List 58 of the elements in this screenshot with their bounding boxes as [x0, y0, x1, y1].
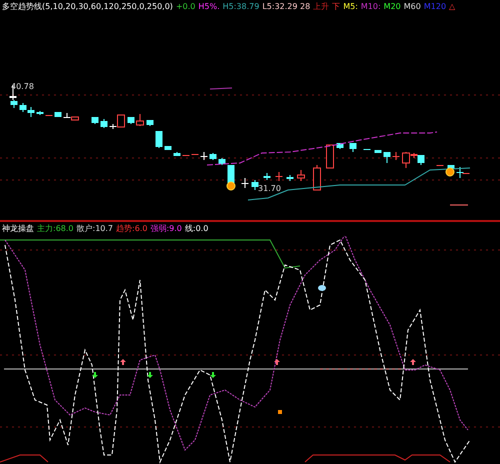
price-label: 40.78	[11, 82, 34, 91]
candlestick	[276, 172, 282, 182]
candlestick	[174, 152, 180, 156]
candlestick	[156, 130, 162, 148]
legend-label: L5:32.29 28	[262, 1, 310, 13]
legend-label: M120	[424, 1, 446, 13]
down-arrow-icon	[147, 372, 153, 378]
candlestick	[92, 116, 98, 124]
legend-label: 下	[332, 1, 340, 13]
candlestick	[392, 152, 400, 160]
candlestick	[313, 164, 321, 190]
candlestick	[100, 118, 108, 128]
candlestick	[164, 146, 172, 150]
level-mark	[450, 204, 468, 206]
signal-icon	[226, 182, 236, 190]
legend-label: 上升	[313, 1, 330, 13]
signal-icon	[278, 410, 282, 414]
signal-icon	[318, 285, 326, 291]
candlestick	[210, 152, 216, 160]
legend-label: 线:0.0	[184, 223, 208, 235]
legend-label: 神龙操盘	[2, 223, 34, 235]
legend-label: M20	[384, 1, 401, 13]
down-arrow-icon	[210, 372, 216, 378]
legend-label: H5%.	[198, 1, 220, 13]
up-arrow-icon	[120, 359, 126, 365]
candlestick	[286, 174, 294, 182]
legend-label: 趋势:6.0	[116, 223, 148, 235]
candlestick	[128, 116, 134, 124]
legend-label: 强弱:9.0	[150, 223, 182, 235]
legend-label: 多空趋势线(5,10,20,30,60,120,250,0,250,0)	[2, 1, 173, 13]
candlestick	[146, 120, 154, 126]
candlestick	[242, 178, 248, 188]
legend-label: 散户:10.7	[76, 223, 114, 235]
legend-label: H5:38.79	[222, 1, 260, 13]
legend-label: M10:	[360, 1, 381, 13]
candlestick	[36, 110, 44, 116]
candlestick	[264, 172, 270, 180]
up-arrow-icon	[410, 359, 416, 365]
candlestick	[252, 180, 258, 190]
candlestick	[136, 114, 144, 126]
candlestick	[384, 152, 390, 164]
legend-label: M60	[404, 1, 421, 13]
candlestick	[200, 152, 208, 160]
legend-label: △	[449, 1, 456, 13]
legend-label: +0.0	[176, 1, 196, 13]
down-arrow-icon	[92, 372, 98, 378]
candlestick	[336, 142, 344, 150]
legend-label: 主力:68.0	[37, 223, 74, 235]
bottom-line	[0, 454, 48, 462]
signal-icon	[446, 168, 454, 176]
legend-label: M5:	[343, 1, 358, 13]
up-arrow-icon	[274, 359, 280, 365]
candlestick	[218, 158, 226, 166]
price-label: 31.70	[258, 184, 281, 193]
moving-average-line	[210, 88, 232, 90]
candlestick	[297, 170, 305, 182]
candlestick	[326, 144, 334, 168]
candlestick	[350, 142, 356, 152]
